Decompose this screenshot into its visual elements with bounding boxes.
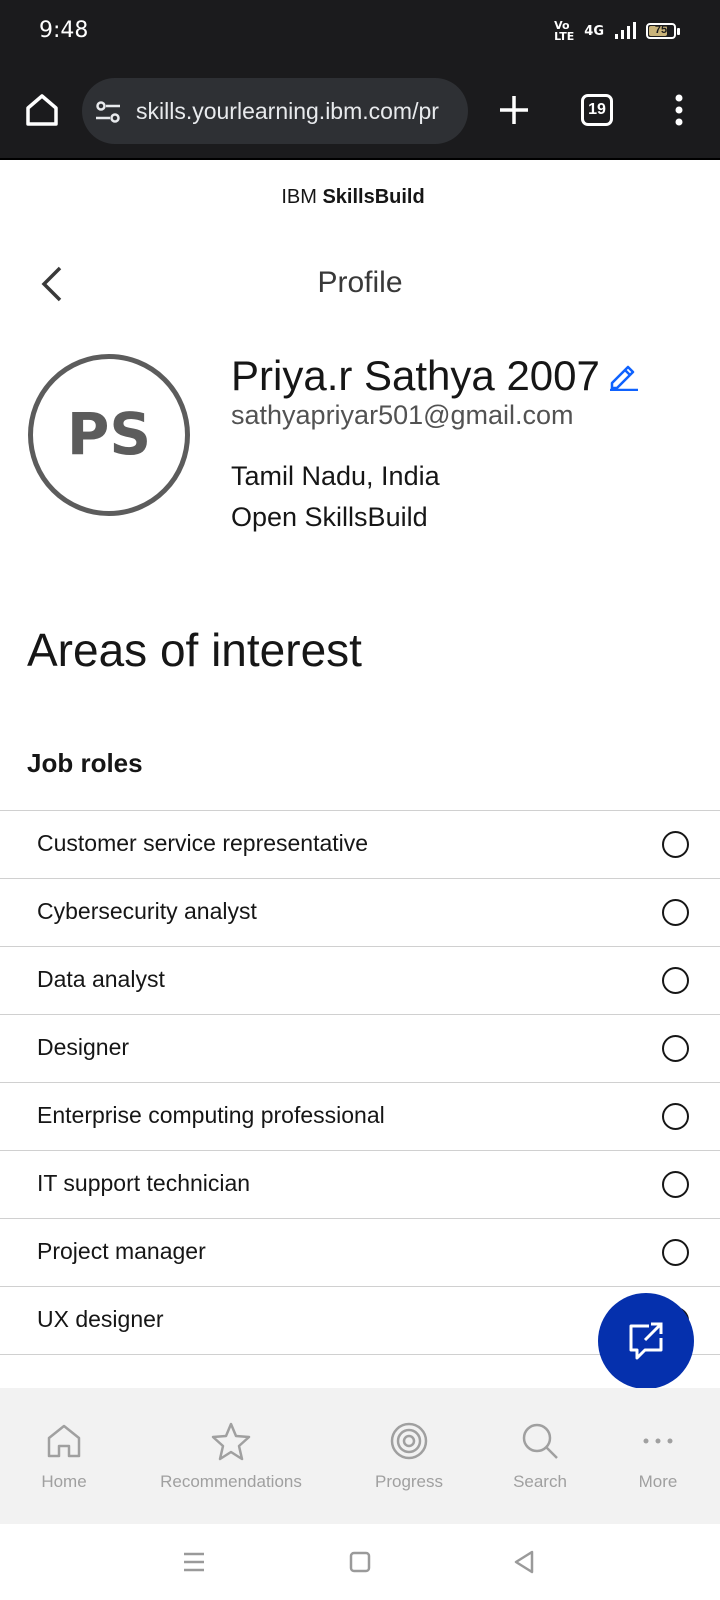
job-role-label: Cybersecurity analyst [37,898,257,924]
job-role-label: Customer service representative [37,830,369,856]
address-bar[interactable]: skills.yourlearning.ibm.com/pr [82,78,468,144]
brand-prefix: IBM [281,186,323,208]
job-role-label: IT support technician [37,1170,251,1196]
job-role-row[interactable]: Data analyst [0,947,720,1015]
nav-label: More [638,1472,678,1491]
nav-label: Progress [374,1472,444,1491]
network-type: 4G [584,23,604,39]
recent-apps-icon[interactable] [178,1546,210,1578]
battery-level: 75 [654,24,668,36]
job-role-label: Project manager [37,1238,206,1264]
nav-search[interactable]: Search [490,1388,590,1524]
nav-recommendations[interactable]: Recommendations [146,1388,316,1524]
job-role-radio[interactable] [662,1239,689,1266]
star-icon [211,1422,251,1461]
job-role-row[interactable]: Enterprise computing professional [0,1083,720,1151]
job-role-radio[interactable] [662,967,689,994]
progress-icon [390,1422,428,1460]
job-role-row[interactable]: IT support technician [0,1151,720,1219]
job-role-label: UX designer [37,1306,164,1332]
edit-pencil-icon[interactable] [608,359,640,391]
nav-label: Home [41,1472,87,1491]
areas-of-interest-heading: Areas of interest [27,624,362,676]
job-role-row[interactable]: Project manager [0,1219,720,1287]
brand-logo[interactable]: IBM SkillsBuild [0,186,706,209]
nav-label: Search [513,1472,567,1491]
user-email: sathyapriyar501@gmail.com [231,400,574,430]
volte-indicator: Vo LTE [554,19,575,43]
job-role-radio[interactable] [662,831,689,858]
battery-icon: 75 [646,23,676,39]
nav-label: Recommendations [160,1472,302,1491]
page-title: Profile [317,266,403,299]
new-tab-icon[interactable] [494,90,534,130]
job-role-radio[interactable] [662,1171,689,1198]
user-name: Priya.r Sathya 2007 [231,352,600,399]
job-role-label: Data analyst [37,966,165,992]
status-bar: 9:48 Vo LTE 4G 75 [0,0,720,62]
external-chat-icon [629,1322,663,1360]
nav-progress[interactable]: Progress [359,1388,459,1524]
status-icons: Vo LTE 4G 75 [554,20,680,42]
user-location: Tamil Nadu, India [231,461,440,491]
job-role-label: Designer [37,1034,130,1060]
system-navigation-bar [0,1524,720,1600]
user-organization: Open SkillsBuild [231,502,428,532]
system-home-icon[interactable] [344,1546,376,1578]
browser-toolbar: skills.yourlearning.ibm.com/pr 19 [0,62,720,160]
job-role-label: Enterprise computing professional [37,1102,385,1128]
job-role-radio[interactable] [662,1103,689,1130]
status-time: 9:48 [39,18,89,43]
job-role-row[interactable]: Designer [0,1015,720,1083]
job-role-radio[interactable] [662,899,689,926]
url-text: skills.yourlearning.ibm.com/pr [136,98,439,124]
search-icon [522,1423,558,1459]
site-settings-icon[interactable] [94,98,122,126]
more-icon [643,1438,673,1444]
bottom-navigation: Home Recommendations Progress Search Mor… [0,1388,720,1524]
nav-home[interactable]: Home [14,1388,114,1524]
nav-more[interactable]: More [608,1388,708,1524]
system-back-icon[interactable] [508,1546,540,1578]
signal-icon [615,22,636,39]
browser-menu-icon[interactable] [664,90,694,130]
feedback-fab[interactable] [598,1293,694,1389]
job-roles-list: Customer service representative Cybersec… [0,810,720,1355]
tab-switcher-button[interactable]: 19 [581,94,613,126]
avatar: PS [28,354,190,516]
job-roles-heading: Job roles [27,748,143,778]
brand-name: SkillsBuild [322,186,425,208]
home-icon [47,1424,81,1458]
job-role-row[interactable]: Customer service representative [0,811,720,879]
job-role-row[interactable]: Cybersecurity analyst [0,879,720,947]
browser-home-icon[interactable] [22,90,62,130]
job-role-radio[interactable] [662,1035,689,1062]
